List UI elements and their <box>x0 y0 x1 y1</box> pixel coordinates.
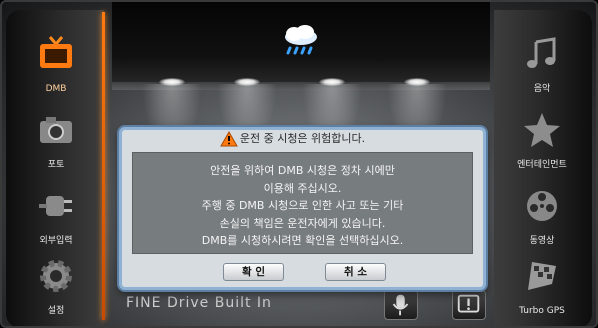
message-line: DMB를 시청하시려면 확인을 선택하십시오. <box>201 234 404 247</box>
navigation-home-screen: DMB 포토 외부입력 설정 음악 엔터테인먼트 동영상 Turbo GPS F… <box>0 0 598 328</box>
menu-item-turbo-gps[interactable]: Turbo GPS <box>498 248 586 322</box>
microphone-icon <box>392 294 409 316</box>
menu-item-video[interactable]: 동영상 <box>498 178 586 252</box>
exclamation-icon <box>457 294 480 313</box>
message-line: 주행 중 DMB 시청으로 인한 사고 또는 기타 <box>201 199 404 212</box>
menu-label: 동영상 <box>529 236 555 246</box>
cancel-button[interactable]: 취 소 <box>325 263 386 281</box>
alert-button[interactable] <box>452 290 486 320</box>
confirm-button[interactable]: 확 인 <box>223 263 284 281</box>
menu-item-dmb[interactable]: DMB <box>12 26 100 100</box>
checkered-flag-icon <box>528 262 556 290</box>
rain-cloud-icon <box>285 25 317 55</box>
star-icon <box>524 113 560 147</box>
brand-logo: FINE Drive Built In <box>126 295 272 311</box>
menu-label: Turbo GPS <box>519 306 565 316</box>
warning-dialog: 운전 중 시청은 위험합니다. 안전을 위하여 DMB 시청은 정차 시에만 이… <box>119 127 486 290</box>
camera-icon <box>40 117 72 143</box>
menu-label: 음악 <box>533 84 551 94</box>
dialog-message: 안전을 위하여 DMB 시청은 정차 시에만 이용해 주십시오. 주행 중 DM… <box>132 152 473 254</box>
message-line: 안전을 위하여 DMB 시청은 정차 시에만 <box>210 164 395 177</box>
menu-label: DMB <box>45 84 67 94</box>
menu-label: 포토 <box>47 160 65 170</box>
menu-item-entertainment[interactable]: 엔터테인먼트 <box>498 102 586 176</box>
plug-icon <box>39 196 72 216</box>
voice-button[interactable] <box>384 290 418 320</box>
tv-icon <box>40 36 72 68</box>
right-menu-panel: 음악 엔터테인먼트 동영상 Turbo GPS <box>494 10 592 326</box>
left-menu-panel: DMB 포토 외부입력 설정 <box>6 10 104 326</box>
menu-label: 엔터테인먼트 <box>517 160 567 170</box>
gear-icon <box>40 260 72 292</box>
menu-item-settings[interactable]: 설정 <box>12 248 100 322</box>
ceiling-light <box>404 78 430 86</box>
message-line: 이용해 주십시오. <box>263 181 342 195</box>
menu-item-external-input[interactable]: 외부입력 <box>12 178 100 252</box>
accent-divider <box>102 12 105 320</box>
film-reel-icon <box>527 191 557 221</box>
ceiling-light <box>159 78 185 86</box>
menu-label: 설정 <box>47 306 65 316</box>
dialog-title: 운전 중 시청은 위험합니다. <box>239 132 366 145</box>
menu-item-music[interactable]: 음악 <box>498 26 586 100</box>
ceiling-light <box>319 78 345 86</box>
music-note-icon <box>527 37 556 68</box>
message-line: 손실의 책임은 운전자에게 있습니다. <box>219 216 386 230</box>
menu-label: 외부입력 <box>39 236 73 246</box>
ceiling-light <box>234 78 260 86</box>
menu-item-photo[interactable]: 포토 <box>12 102 100 176</box>
